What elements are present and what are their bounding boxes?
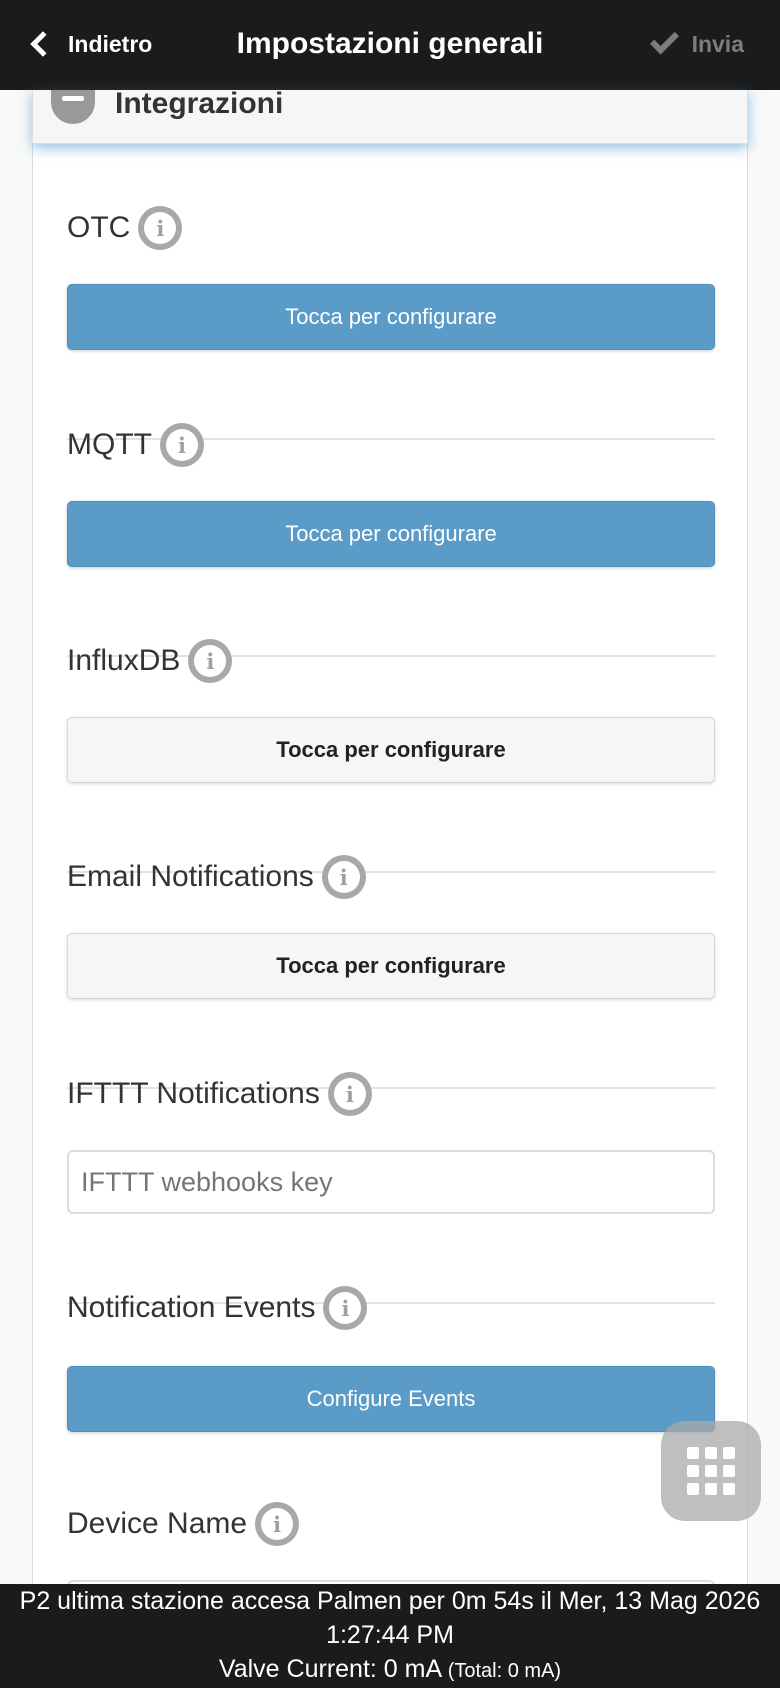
grid-menu-button[interactable] bbox=[661, 1421, 761, 1521]
setting-otc: OTC i Tocca per configurare bbox=[67, 206, 715, 440]
setting-notification-events: Notification Events i Configure Events bbox=[67, 1286, 715, 1602]
setting-ifttt-notifications: IFTTT Notifications i bbox=[67, 1072, 715, 1304]
info-icon[interactable]: i bbox=[159, 423, 204, 467]
minus-circle-icon bbox=[51, 90, 95, 124]
send-button[interactable]: Invia bbox=[649, 22, 744, 66]
configure-events-button[interactable]: Configure Events bbox=[67, 1366, 715, 1432]
info-icon[interactable]: i bbox=[138, 206, 183, 250]
setting-influxdb: InfluxDB i Tocca per configurare bbox=[67, 639, 715, 873]
email-configure-button[interactable]: Tocca per configurare bbox=[67, 933, 715, 999]
setting-mqtt: MQTT i Tocca per configurare bbox=[67, 423, 715, 657]
setting-label: MQTT bbox=[67, 428, 152, 461]
header-bar: Indietro Impostazioni generali Invia bbox=[0, 0, 780, 90]
info-icon[interactable]: i bbox=[323, 1286, 368, 1330]
status-footer: P2 ultima stazione accesa Palmen per 0m … bbox=[0, 1584, 780, 1688]
setting-email-notifications: Email Notifications i Tocca per configur… bbox=[67, 855, 715, 1089]
info-icon[interactable]: i bbox=[327, 1072, 372, 1116]
setting-label: InfluxDB bbox=[67, 644, 181, 677]
setting-device-name: Device Name i bbox=[67, 1502, 715, 1644]
last-run-status: P2 ultima stazione accesa Palmen per 0m … bbox=[19, 1587, 761, 1649]
setting-label: Device Name bbox=[67, 1507, 248, 1540]
setting-label: IFTTT Notifications bbox=[67, 1077, 320, 1110]
section-content: OTC i Tocca per configurare MQTT i Tocca… bbox=[32, 144, 748, 1644]
info-icon[interactable]: i bbox=[321, 855, 366, 899]
section-header-integrazioni[interactable]: Integrazioni bbox=[32, 87, 748, 144]
section-title: Integrazioni bbox=[115, 87, 284, 120]
ifttt-key-input[interactable] bbox=[67, 1150, 715, 1214]
grid-icon bbox=[687, 1447, 699, 1459]
influxdb-configure-button[interactable]: Tocca per configurare bbox=[67, 717, 715, 783]
setting-label: OTC bbox=[67, 211, 131, 244]
mqtt-configure-button[interactable]: Tocca per configurare bbox=[67, 501, 715, 567]
setting-label: Email Notifications bbox=[67, 860, 314, 893]
setting-label: Notification Events bbox=[67, 1291, 316, 1324]
info-icon[interactable]: i bbox=[255, 1502, 300, 1546]
otc-configure-button[interactable]: Tocca per configurare bbox=[67, 284, 715, 350]
info-icon[interactable]: i bbox=[188, 639, 233, 683]
valve-current: Valve Current: 0 mA (Total: 0 mA) bbox=[218, 1655, 562, 1683]
send-label: Invia bbox=[691, 30, 744, 57]
